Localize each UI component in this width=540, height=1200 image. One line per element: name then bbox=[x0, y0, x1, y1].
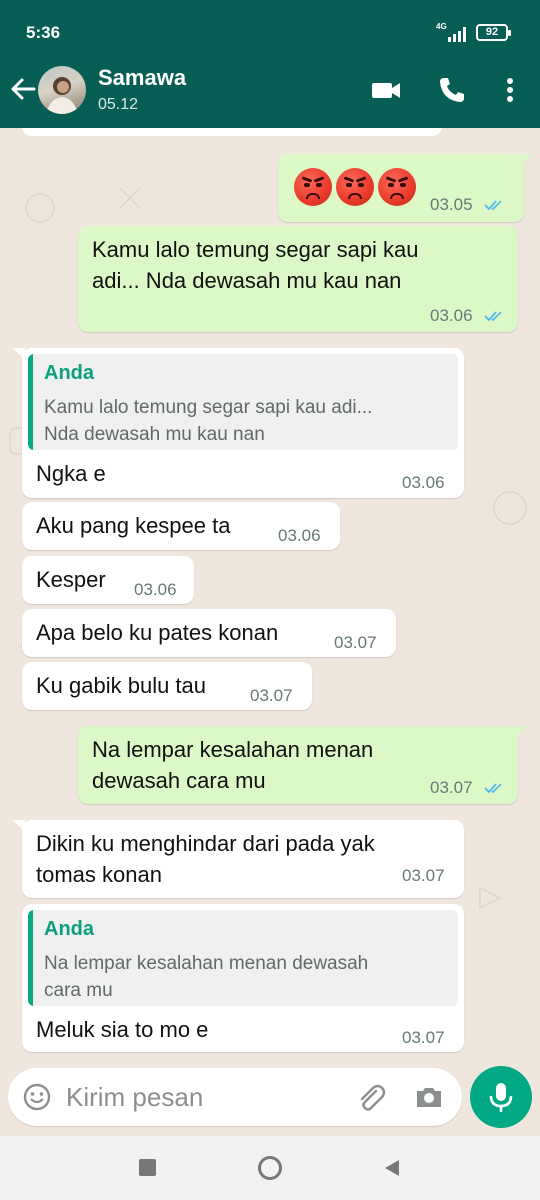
message-input[interactable]: Kirim pesan bbox=[66, 1082, 203, 1113]
angry-face-icon bbox=[378, 168, 416, 206]
message-incoming[interactable]: Apa belo ku pates konan 03.07 bbox=[22, 609, 396, 657]
quoted-message[interactable]: Anda Kamu lalo temung segar sapi kau adi… bbox=[28, 354, 458, 450]
message-incoming[interactable]: Kesper 03.06 bbox=[22, 556, 194, 604]
message-incoming[interactable]: Dikin ku menghindar dari pada yak tomas … bbox=[13, 820, 464, 898]
paperclip-icon[interactable] bbox=[354, 1081, 386, 1113]
message-outgoing[interactable]: Kamu lalo temung segar sapi kau adi... N… bbox=[78, 226, 518, 332]
message-incoming[interactable]: Aku pang kespee ta 03.06 bbox=[22, 502, 340, 550]
emoji-icon[interactable] bbox=[22, 1082, 52, 1112]
angry-face-icon bbox=[336, 168, 374, 206]
message-time: 03.07 bbox=[402, 1028, 445, 1047]
quoted-author: Anda bbox=[44, 362, 94, 384]
angry-face-icon bbox=[294, 168, 332, 206]
battery-icon: 92 bbox=[476, 24, 511, 41]
arrow-left-icon[interactable] bbox=[8, 74, 38, 104]
double-check-icon bbox=[484, 200, 502, 211]
chat-area[interactable]: 03.05 Kamu lalo temung segar sapi kau ad… bbox=[0, 128, 540, 1068]
message-incoming[interactable]: Ku gabik bulu tau 03.07 bbox=[22, 662, 312, 710]
double-check-icon bbox=[484, 311, 502, 322]
phone-icon[interactable] bbox=[436, 74, 468, 106]
quoted-author: Anda bbox=[44, 918, 94, 940]
message-time: 03.07 bbox=[402, 866, 445, 885]
double-check-icon bbox=[484, 783, 502, 794]
message-text: Ngka e bbox=[36, 461, 106, 486]
message-time: 03.07 bbox=[430, 778, 473, 797]
contact-subtitle: 05.12 bbox=[98, 96, 139, 113]
message-time: 03.07 bbox=[250, 686, 293, 705]
mic-icon bbox=[489, 1083, 513, 1112]
mic-button[interactable] bbox=[470, 1066, 532, 1128]
message-time: 03.06 bbox=[278, 526, 321, 545]
message-outgoing[interactable]: Na lempar kesalahan menan dewasah cara m… bbox=[78, 726, 527, 804]
message-text: Na lempar kesalahan menan dewasah cara m… bbox=[92, 737, 374, 793]
contact-name[interactable]: Samawa bbox=[98, 65, 186, 91]
message-text: Dikin ku menghindar dari pada yak tomas … bbox=[36, 831, 375, 887]
quoted-text: Na lempar kesalahan menan dewasah cara m… bbox=[44, 953, 369, 1001]
avatar[interactable] bbox=[38, 66, 86, 114]
status-bar: 5:36 4G 92 bbox=[0, 0, 540, 56]
app-header: 5:36 4G 92 Samawa 05.12 bbox=[0, 0, 540, 128]
system-nav-bar bbox=[0, 1136, 540, 1200]
message-text: Kesper bbox=[36, 567, 106, 592]
signal-icon: 4G bbox=[436, 22, 470, 42]
message-time: 03.07 bbox=[334, 633, 377, 652]
quoted-message[interactable]: Anda Na lempar kesalahan menan dewasah c… bbox=[28, 910, 458, 1006]
previous-message-edge bbox=[22, 128, 442, 136]
message-text: Apa belo ku pates konan bbox=[36, 620, 279, 645]
message-text: Kamu lalo temung segar sapi kau adi... N… bbox=[92, 237, 419, 293]
home-icon[interactable] bbox=[258, 1156, 282, 1180]
message-time: 03.06 bbox=[134, 580, 177, 599]
message-outgoing[interactable]: 03.05 bbox=[278, 154, 533, 222]
message-text: Aku pang kespee ta bbox=[36, 513, 231, 538]
message-composer[interactable]: Kirim pesan bbox=[8, 1068, 462, 1126]
message-time: 03.06 bbox=[402, 473, 445, 492]
recents-icon[interactable] bbox=[139, 1159, 156, 1176]
message-time: 03.06 bbox=[430, 306, 473, 325]
status-time: 5:36 bbox=[26, 23, 61, 42]
message-text: Meluk sia to mo e bbox=[36, 1017, 209, 1042]
message-time: 03.05 bbox=[430, 195, 473, 214]
back-nav-icon[interactable] bbox=[382, 1158, 402, 1178]
message-incoming[interactable]: Anda Na lempar kesalahan menan dewasah c… bbox=[22, 904, 464, 1052]
video-call-icon[interactable] bbox=[370, 74, 402, 106]
message-text: Ku gabik bulu tau bbox=[36, 673, 207, 698]
quoted-text: Kamu lalo temung segar sapi kau adi... N… bbox=[44, 397, 373, 445]
camera-icon[interactable] bbox=[414, 1082, 444, 1112]
message-incoming[interactable]: Anda Kamu lalo temung segar sapi kau adi… bbox=[13, 348, 464, 498]
more-vert-icon[interactable] bbox=[494, 74, 526, 106]
